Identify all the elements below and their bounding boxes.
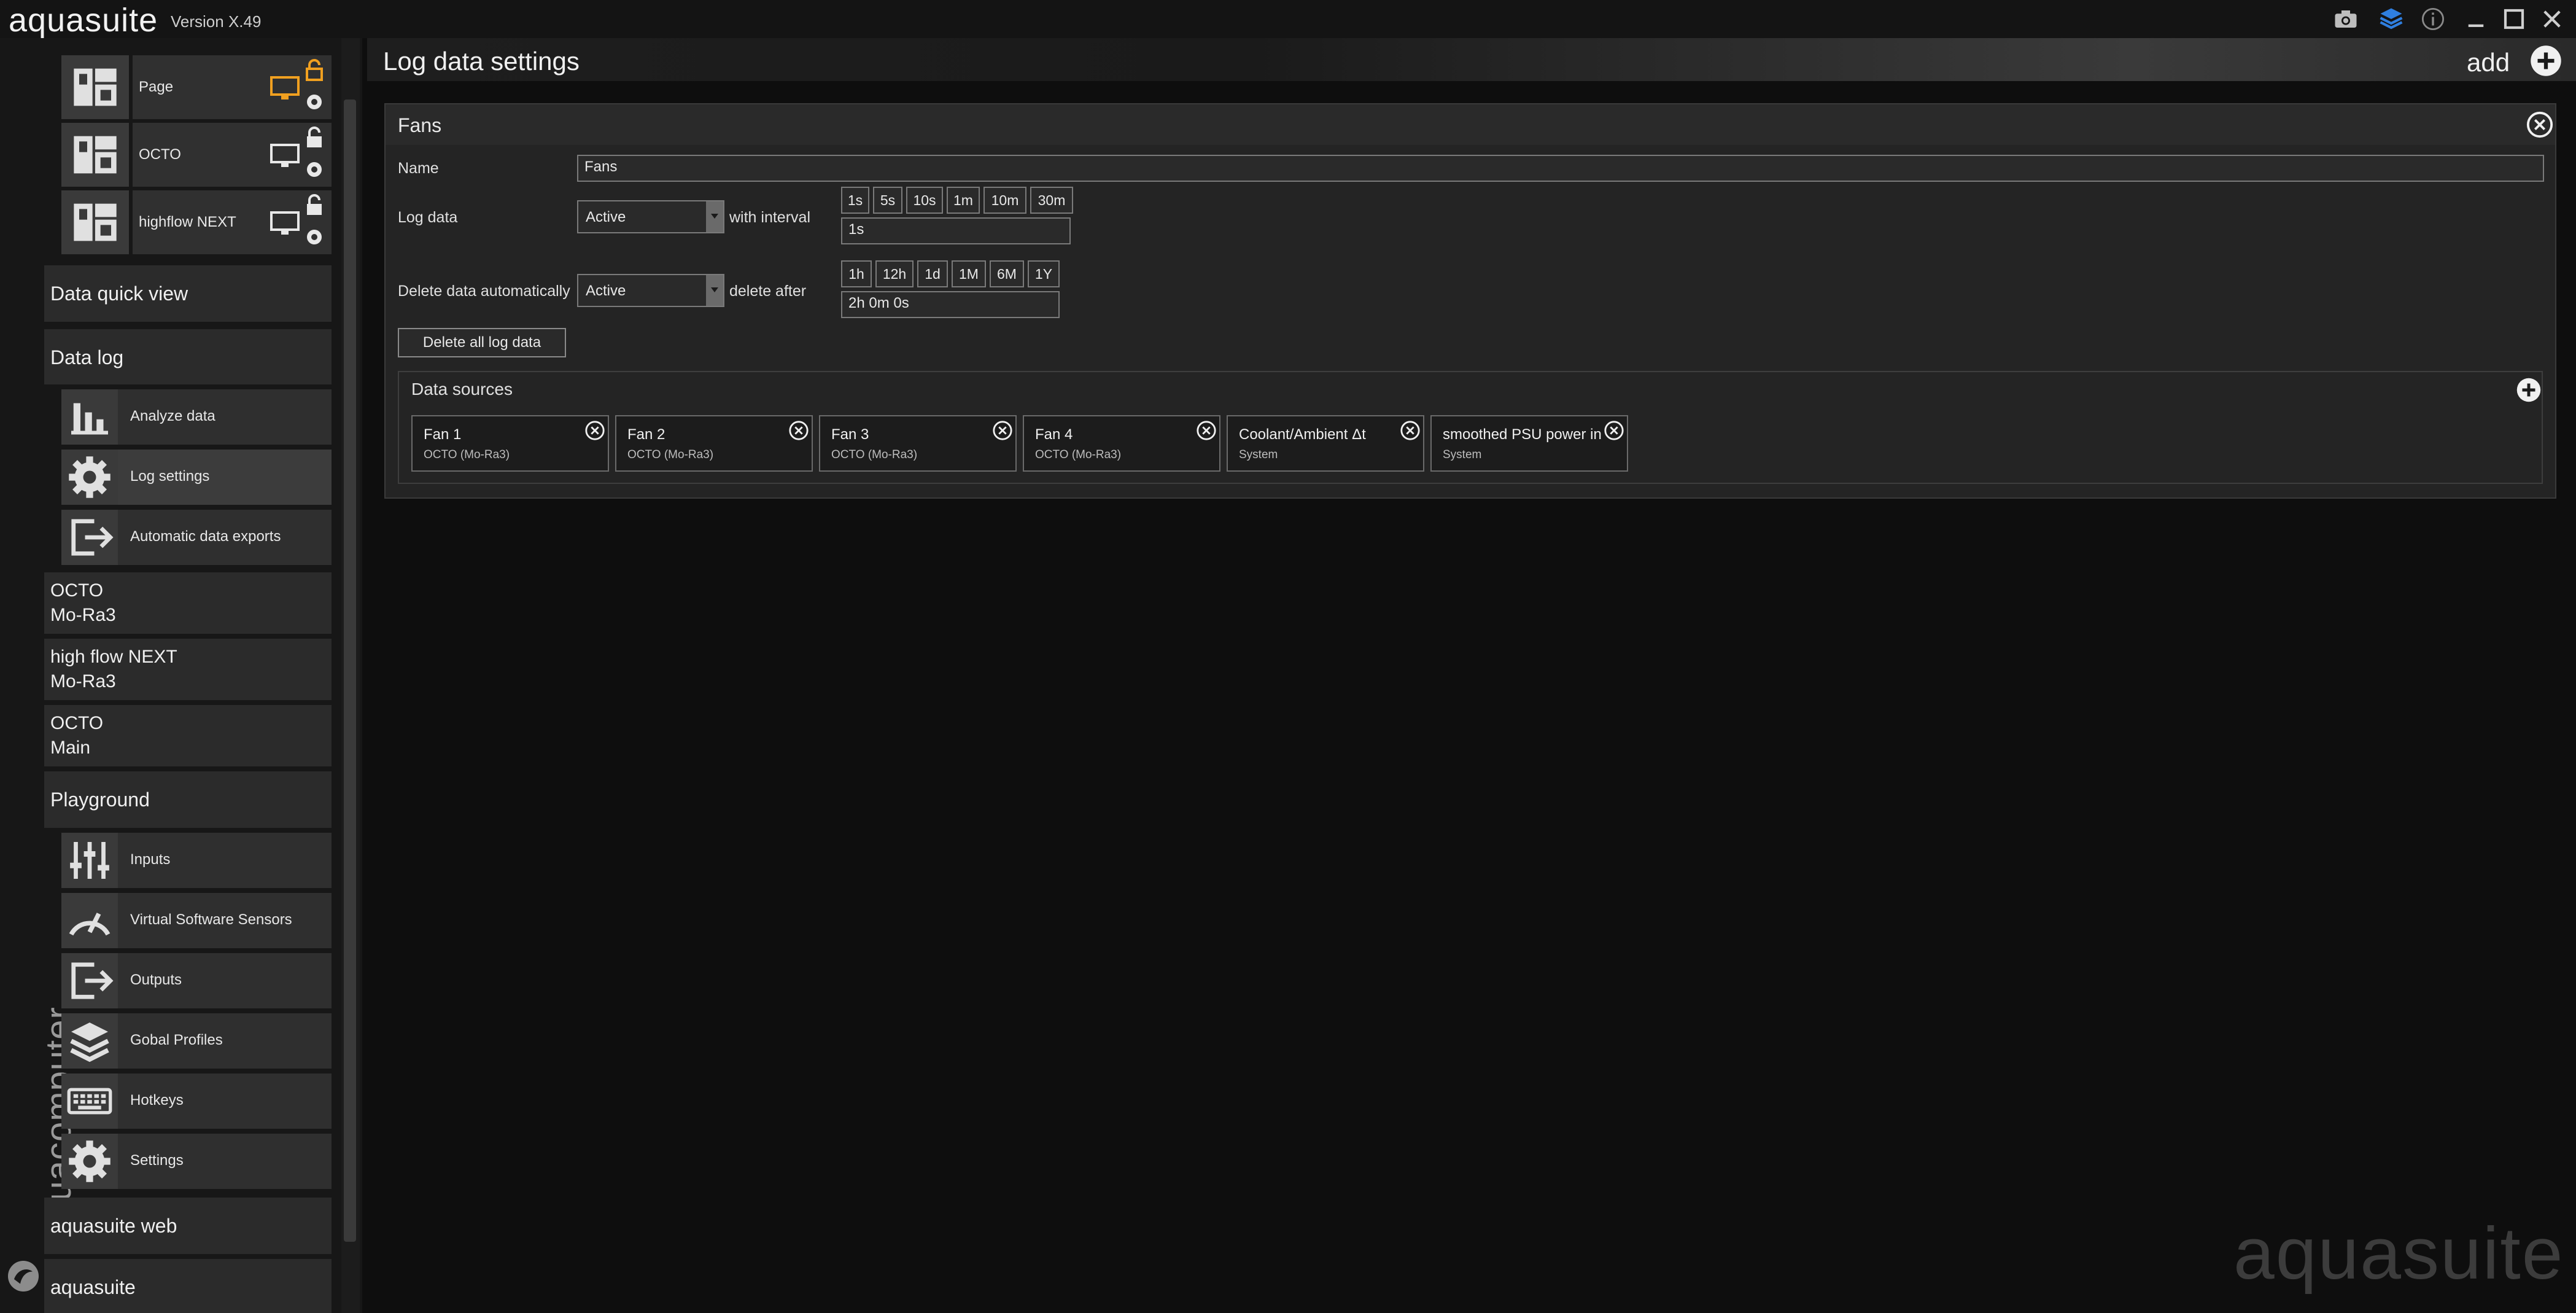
nav-data-log[interactable]: Data log — [44, 329, 332, 384]
sidebar-scroll-thumb[interactable] — [344, 99, 356, 1242]
interval-chip-30m[interactable]: 30m — [1030, 187, 1073, 214]
info-icon[interactable] — [2420, 6, 2446, 32]
close-circle-icon[interactable] — [584, 420, 605, 441]
interval-input[interactable]: 1s — [841, 217, 1071, 244]
page-header: Log data settings add — [367, 38, 2576, 81]
nav-device-highflow-mora3[interactable]: high flow NEXT Mo-Ra3 — [44, 639, 332, 700]
close-circle-icon[interactable] — [2526, 111, 2554, 139]
delete-chip-1d[interactable]: 1d — [917, 260, 948, 287]
close-circle-icon[interactable] — [1400, 420, 1421, 441]
close-circle-icon[interactable] — [788, 420, 809, 441]
name-label: Name — [398, 160, 439, 177]
panel-title: Fans — [398, 114, 442, 136]
data-sources-title: Data sources — [411, 380, 513, 399]
close-circle-icon[interactable] — [992, 420, 1013, 441]
gauge-icon — [61, 893, 118, 948]
interval-chip-10m[interactable]: 10m — [983, 187, 1026, 214]
data-source-card[interactable]: Coolant/Ambient Δt System — [1227, 415, 1424, 472]
title-bar: aquasuite Version X.49 — [0, 0, 2576, 39]
keyboard-icon — [61, 1073, 118, 1129]
delete-all-log-data-button[interactable]: Delete all log data — [398, 328, 566, 357]
delete-chip-1h[interactable]: 1h — [841, 260, 872, 287]
gear-icon — [61, 450, 118, 505]
data-source-card[interactable]: Fan 2 OCTO (Mo-Ra3) — [615, 415, 813, 472]
export-icon — [61, 510, 118, 565]
interval-label: with interval — [729, 209, 810, 226]
data-source-card[interactable]: Fan 4 OCTO (Mo-Ra3) — [1023, 415, 1220, 472]
log-data-select[interactable]: Active — [577, 200, 724, 233]
app-name: aquasuite — [9, 2, 158, 39]
panel-header: Fans — [386, 104, 2555, 145]
watermark: aquasuite — [2233, 1212, 2564, 1295]
delete-after-input[interactable]: 2h 0m 0s — [841, 291, 1060, 318]
interval-chip-10s[interactable]: 10s — [906, 187, 943, 214]
dashboard-item-highflow-next[interactable]: highflow NEXT — [61, 190, 332, 254]
bar-chart-icon — [61, 389, 118, 445]
data-source-card[interactable]: smoothed PSU power in System — [1430, 415, 1628, 472]
dashboard-thumb-icon — [61, 55, 129, 119]
delete-chip-12h[interactable]: 12h — [875, 260, 914, 287]
nav-playground[interactable]: Playground — [44, 771, 332, 828]
nav-aquasuite-web[interactable]: aquasuite web — [44, 1198, 332, 1254]
main-area: Log data settings add Fans Name Fans Log… — [367, 38, 2576, 1313]
chevron-down-icon — [706, 275, 723, 306]
log-settings-panel: Fans Name Fans Log data Active with inte… — [384, 103, 2556, 499]
delete-auto-select[interactable]: Active — [577, 274, 724, 307]
dashboard-label: OCTO — [139, 146, 181, 163]
add-icon[interactable] — [2516, 377, 2542, 403]
maximize-icon[interactable] — [2501, 6, 2527, 32]
dashboard-label: Page — [139, 79, 174, 95]
sliders-icon — [61, 833, 118, 888]
close-circle-icon[interactable] — [1196, 420, 1217, 441]
close-circle-icon[interactable] — [1604, 420, 1624, 441]
nav-data-quick-view[interactable]: Data quick view — [44, 265, 332, 322]
monitor-lock-gear-icon[interactable] — [268, 194, 329, 251]
sidebar: aquacomputer Page OCTO highflow NEXT Dat… — [0, 38, 362, 1313]
delete-auto-label: Delete data automatically — [398, 282, 570, 300]
monitor-lock-gear-icon[interactable] — [268, 59, 329, 115]
aquacomputer-logo-icon — [8, 1261, 39, 1292]
layers-icon[interactable] — [2378, 6, 2404, 32]
add-label[interactable]: add — [2467, 48, 2510, 77]
version-label: Version X.49 — [171, 12, 262, 31]
name-input[interactable]: Fans — [577, 155, 2544, 182]
dashboard-label: highflow NEXT — [139, 214, 236, 230]
dashboard-thumb-icon — [61, 123, 129, 187]
nav-aquasuite[interactable]: aquasuite — [44, 1259, 332, 1313]
monitor-lock-gear-icon[interactable] — [268, 127, 329, 183]
dashboard-item-octo[interactable]: OCTO — [61, 123, 332, 187]
interval-chip-5s[interactable]: 5s — [873, 187, 902, 214]
data-source-card[interactable]: Fan 1 OCTO (Mo-Ra3) — [411, 415, 609, 472]
interval-chip-1m[interactable]: 1m — [947, 187, 980, 214]
layers-icon — [61, 1013, 118, 1069]
nav-device-octo-mora3[interactable]: OCTO Mo-Ra3 — [44, 572, 332, 634]
minimize-icon[interactable] — [2463, 6, 2489, 32]
data-source-card[interactable]: Fan 3 OCTO (Mo-Ra3) — [819, 415, 1017, 472]
delete-chip-1Y[interactable]: 1Y — [1028, 260, 1060, 287]
add-icon[interactable] — [2529, 44, 2562, 77]
delete-after-label: delete after — [729, 282, 807, 300]
data-sources-section: Data sources Fan 1 OCTO (Mo-Ra3) Fan 2 O… — [398, 371, 2543, 484]
camera-icon[interactable] — [2333, 6, 2359, 32]
nav-device-octo-main[interactable]: OCTO Main — [44, 705, 332, 766]
dashboard-thumb-icon — [61, 190, 129, 254]
delete-chip-1M[interactable]: 1M — [952, 260, 986, 287]
log-data-label: Log data — [398, 209, 458, 226]
export-icon — [61, 953, 118, 1008]
gear-icon — [61, 1134, 118, 1189]
close-icon[interactable] — [2539, 6, 2565, 32]
chevron-down-icon — [706, 201, 723, 232]
brand-strip: aquacomputer — [0, 38, 79, 1313]
dashboard-item-page[interactable]: Page — [61, 55, 332, 119]
page-title: Log data settings — [383, 47, 580, 76]
delete-chip-6M[interactable]: 6M — [990, 260, 1024, 287]
interval-chip-1s[interactable]: 1s — [841, 187, 869, 214]
